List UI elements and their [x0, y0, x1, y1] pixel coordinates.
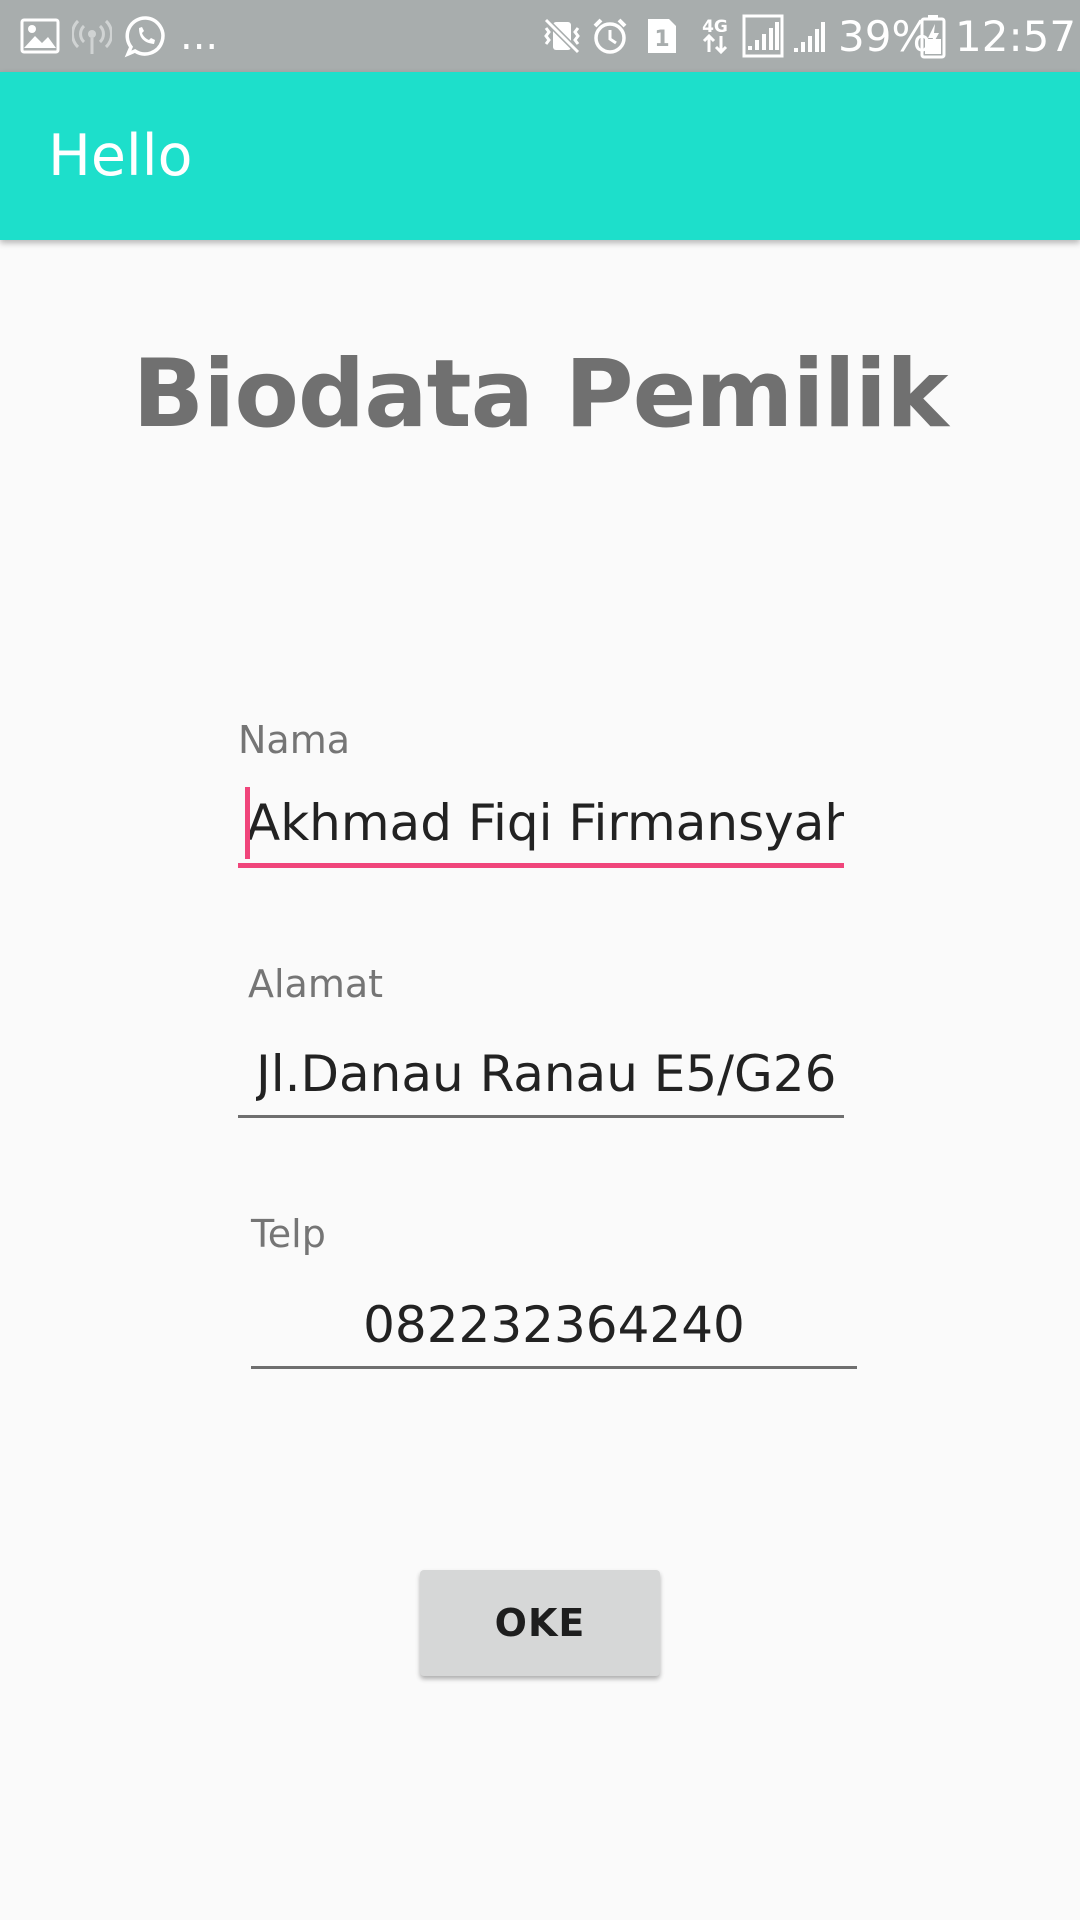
sim1-icon: 1 — [645, 0, 679, 72]
app-title: Hello — [48, 123, 193, 189]
network-4g-icon: 4G — [698, 0, 732, 72]
battery-percent: 39% — [838, 11, 932, 61]
signal2-icon — [792, 0, 826, 72]
nama-label: Nama — [238, 718, 351, 762]
more-notifications-indicator: ... — [180, 13, 219, 59]
app-bar: Hello — [0, 72, 1080, 240]
alamat-label: Alamat — [248, 962, 384, 1006]
whatsapp-icon — [124, 0, 168, 72]
telp-label: Telp — [251, 1212, 326, 1256]
alarm-icon — [590, 0, 630, 72]
svg-text:4G: 4G — [702, 17, 728, 37]
telp-input[interactable] — [251, 1283, 857, 1369]
page-heading: Biodata Pemilik — [132, 340, 948, 449]
oke-button[interactable]: OKE — [420, 1570, 660, 1676]
svg-text:1: 1 — [654, 27, 669, 52]
gallery-icon — [20, 0, 60, 72]
battery-charging-icon — [920, 0, 946, 72]
mute-vibrate-icon — [540, 0, 584, 72]
hotspot-icon — [72, 0, 112, 72]
text-cursor — [245, 787, 250, 859]
signal-icon — [742, 0, 784, 72]
status-time: 12:57 — [955, 11, 1077, 61]
status-bar: ... 1 4G 39% 12:57 — [0, 0, 1080, 72]
alamat-input[interactable] — [238, 1032, 844, 1118]
nama-input[interactable] — [238, 782, 844, 868]
